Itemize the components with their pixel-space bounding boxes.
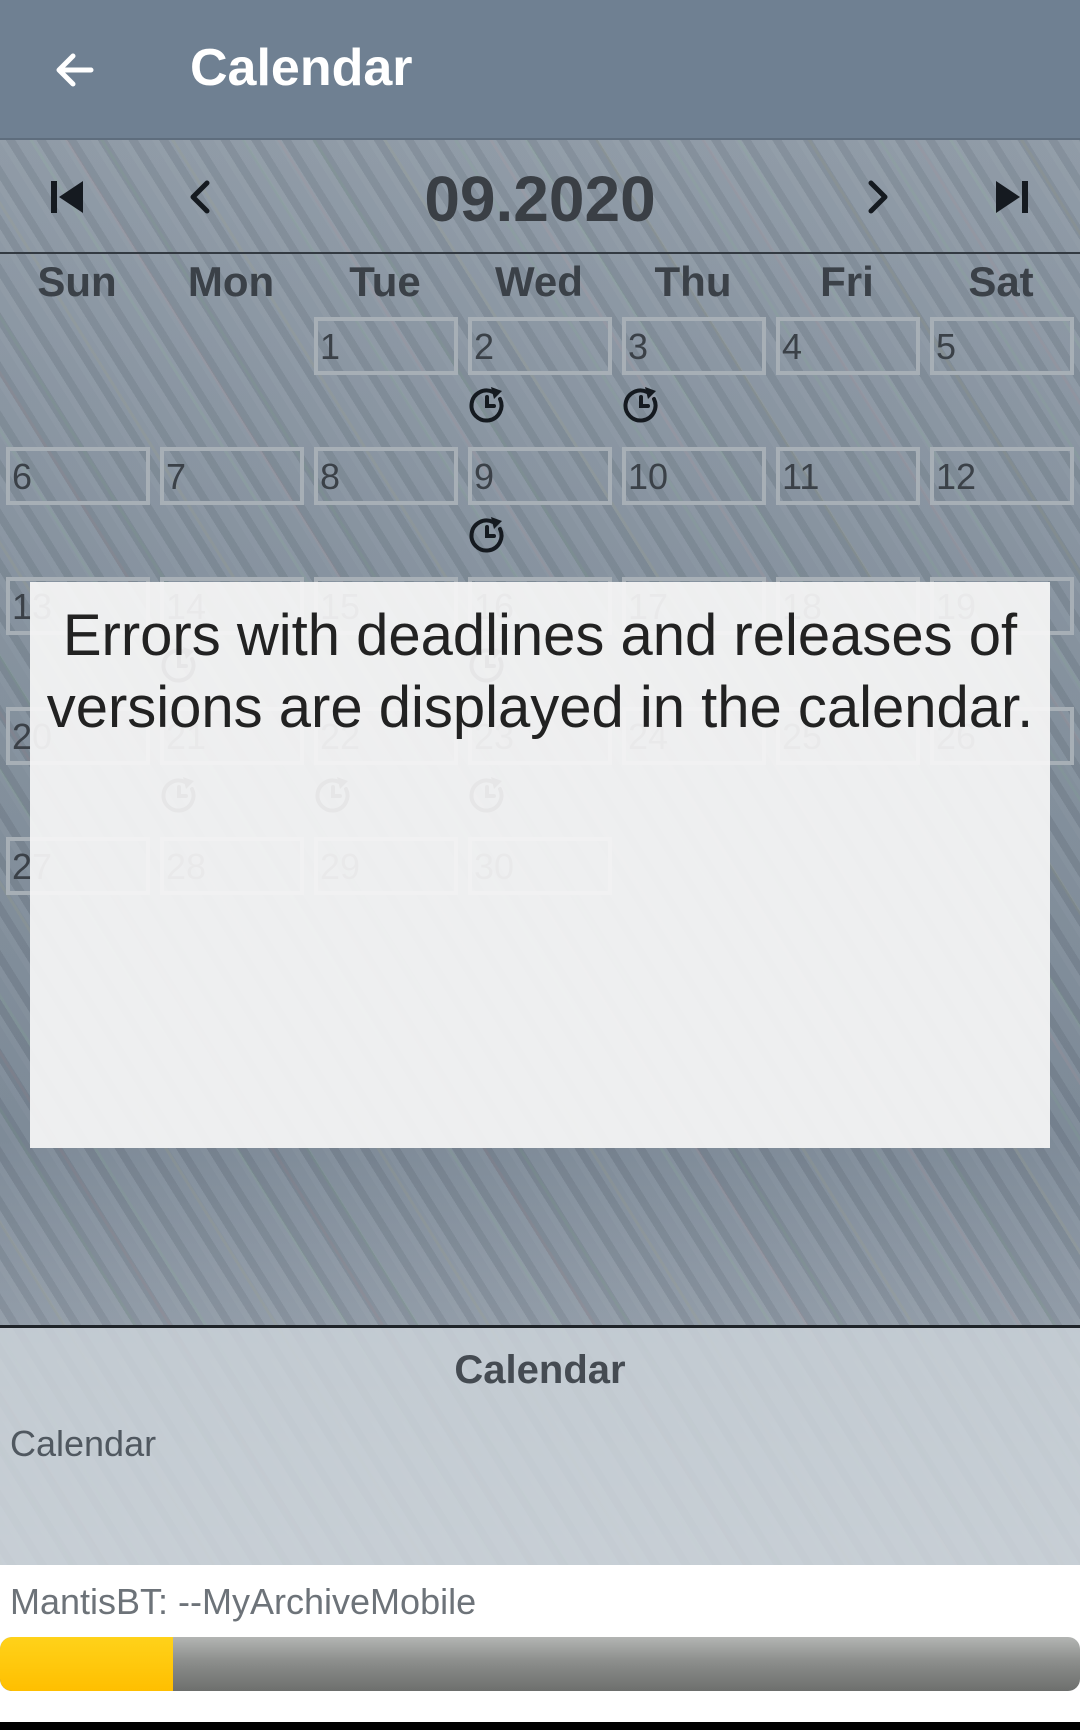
page-title: Calendar bbox=[190, 39, 413, 97]
weekday-label: Thu bbox=[654, 258, 732, 305]
bottom-edge bbox=[0, 1722, 1080, 1730]
arrow-left-icon bbox=[56, 53, 94, 87]
weekday-header: Sun Mon Tue Wed Thu Fri Sat bbox=[0, 258, 1080, 314]
info-heading: Calendar bbox=[454, 1348, 626, 1392]
deadline-clock-icon[interactable] bbox=[467, 385, 507, 425]
info-body: Calendar bbox=[10, 1423, 157, 1464]
month-label: 09.2020 bbox=[424, 163, 656, 235]
day-cell[interactable]: 7 bbox=[160, 447, 304, 505]
next-month-button[interactable] bbox=[842, 162, 912, 232]
deadline-clock-icon[interactable] bbox=[467, 515, 507, 555]
day-cell[interactable]: 2 bbox=[468, 317, 612, 375]
day-cell[interactable]: 6 bbox=[6, 447, 150, 505]
day-cell[interactable]: 10 bbox=[622, 447, 766, 505]
day-cell[interactable]: 12 bbox=[930, 447, 1074, 505]
last-month-button[interactable] bbox=[977, 162, 1047, 232]
progress-fill bbox=[0, 1637, 173, 1691]
chevron-right-icon bbox=[868, 180, 888, 214]
weekday-label: Fri bbox=[820, 258, 874, 305]
info-panel: Calendar Calendar bbox=[0, 1325, 1080, 1565]
month-navigation: 09.2020 bbox=[0, 140, 1080, 254]
weekday-label: Mon bbox=[187, 258, 275, 305]
footer: MantisBT: --MyArchiveMobile bbox=[0, 1565, 1080, 1730]
skip-last-icon bbox=[996, 181, 1028, 213]
back-button[interactable] bbox=[40, 35, 110, 105]
connection-label: MantisBT: --MyArchiveMobile bbox=[10, 1581, 477, 1622]
calendar-screen: Calendar 09.2020 Sun Mon Tue Wed Thu Fri… bbox=[0, 0, 1080, 1730]
weekday-label: Sat bbox=[968, 258, 1034, 305]
day-cell[interactable]: 11 bbox=[776, 447, 920, 505]
weekday-label: Tue bbox=[349, 258, 421, 305]
help-overlay[interactable]: Errors with deadlines and releases of ve… bbox=[30, 582, 1050, 1148]
help-text: Errors with deadlines and releases of ve… bbox=[46, 603, 1034, 740]
day-cell[interactable]: 3 bbox=[622, 317, 766, 375]
progress-bar bbox=[0, 1637, 1080, 1691]
deadline-clock-icon[interactable] bbox=[621, 385, 661, 425]
day-cell[interactable]: 1 bbox=[314, 317, 458, 375]
day-cell[interactable]: 5 bbox=[930, 317, 1074, 375]
day-cell[interactable]: 8 bbox=[314, 447, 458, 505]
day-cell[interactable]: 4 bbox=[776, 317, 920, 375]
app-bar: Calendar bbox=[0, 0, 1080, 140]
weekday-label: Sun bbox=[37, 258, 117, 305]
weekday-label: Wed bbox=[495, 258, 583, 305]
day-cell[interactable]: 9 bbox=[468, 447, 612, 505]
